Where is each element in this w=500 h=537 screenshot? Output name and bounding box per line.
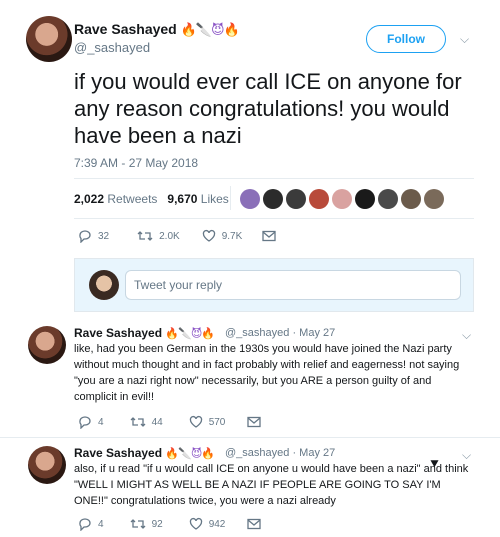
retweet-action[interactable]: 44 — [130, 415, 163, 429]
reply-actions: 4 92 942 — [78, 517, 289, 531]
liker-avatar[interactable] — [263, 189, 283, 209]
tweet-stats: 2,022 Retweets 9,670 Likes — [74, 192, 229, 206]
retweet-icon — [130, 519, 146, 529]
name-emoji-decorations: 🔥🔪😈🔥 — [165, 448, 215, 460]
likes-count[interactable]: 9,670 — [167, 192, 197, 206]
liker-avatars — [240, 189, 447, 209]
reply-icon — [79, 416, 91, 429]
liker-avatar[interactable] — [424, 189, 444, 209]
message-action[interactable] — [247, 416, 267, 428]
likes-label[interactable]: Likes — [201, 192, 229, 206]
divider — [74, 218, 474, 219]
reply-date[interactable]: May 27 — [299, 327, 335, 339]
message-action[interactable] — [247, 518, 267, 530]
message-action[interactable] — [262, 230, 282, 242]
divider — [74, 178, 474, 179]
reply-icon — [79, 230, 91, 243]
reply-count: 4 — [98, 518, 104, 530]
reply-action[interactable]: 4 — [78, 517, 104, 531]
reply-meta: @_sashayed · May 27 — [225, 447, 335, 459]
reply-composer: Tweet your reply — [74, 258, 474, 312]
follow-button[interactable]: Follow — [366, 25, 446, 53]
stats-separator — [230, 186, 231, 210]
envelope-icon — [262, 230, 276, 242]
like-count: 9.7K — [221, 230, 243, 242]
liker-avatar[interactable] — [309, 189, 329, 209]
reply-action[interactable]: 4 — [78, 415, 104, 429]
liker-avatar[interactable] — [240, 189, 260, 209]
reply-author-avatar[interactable] — [28, 326, 66, 364]
name-emoji-decorations: 🔥🔪😈🔥 — [180, 22, 240, 37]
reply-author-name-row[interactable]: Rave Sashayed 🔥🔪😈🔥 — [74, 326, 215, 340]
reply-count: 4 — [98, 416, 104, 428]
reply-action[interactable]: 32 — [78, 229, 109, 243]
tweet-text: if you would ever call ICE on anyone for… — [74, 69, 462, 148]
reply-text: also, if u read "if u would call ICE on … — [74, 463, 469, 507]
reply-date[interactable]: May 27 — [299, 447, 335, 459]
reply-text: like, had you been German in the 1930s y… — [74, 343, 460, 403]
reply-author-handle[interactable]: @_sashayed — [225, 447, 289, 459]
author-handle[interactable]: @_sashayed — [74, 40, 150, 55]
liker-avatar[interactable] — [286, 189, 306, 209]
reply-author-display-name[interactable]: Rave Sashayed — [74, 446, 162, 460]
liker-avatar[interactable] — [355, 189, 375, 209]
like-action[interactable]: 9.7K — [202, 229, 243, 243]
like-action[interactable]: 942 — [189, 517, 226, 531]
author-avatar[interactable] — [26, 16, 72, 62]
heart-icon — [202, 229, 215, 242]
retweet-icon — [137, 231, 153, 241]
reply-author-handle[interactable]: @_sashayed — [225, 327, 289, 339]
reply-author-avatar[interactable] — [28, 446, 66, 484]
like-action[interactable]: 570 — [189, 415, 226, 429]
retweets-count[interactable]: 2,022 — [74, 192, 104, 206]
retweet-action[interactable]: 2.0K — [137, 229, 180, 243]
meta-separator: · — [292, 447, 297, 459]
heart-icon — [189, 517, 202, 530]
tweet-timestamp[interactable]: 7:39 AM - 27 May 2018 — [74, 156, 198, 170]
retweet-icon — [130, 417, 146, 427]
retweets-label[interactable]: Retweets — [107, 192, 157, 206]
liker-avatar[interactable] — [378, 189, 398, 209]
meta-separator: · — [292, 327, 297, 339]
reply-icon — [79, 518, 91, 531]
chevron-down-icon[interactable]: ⌵ — [460, 32, 469, 47]
current-user-avatar — [89, 270, 119, 300]
reply-meta: @_sashayed · May 27 — [225, 327, 335, 339]
author-name-row[interactable]: Rave Sashayed 🔥🔪😈🔥 — [74, 21, 240, 38]
retweet-count: 2.0K — [159, 230, 180, 242]
reply-input[interactable]: Tweet your reply — [125, 270, 461, 300]
divider — [0, 437, 500, 438]
reply-author-display-name[interactable]: Rave Sashayed — [74, 326, 162, 340]
liker-avatar[interactable] — [401, 189, 421, 209]
retweet-count: 92 — [151, 518, 163, 530]
retweet-count: 44 — [151, 416, 163, 428]
like-count: 570 — [208, 416, 226, 428]
name-emoji-decorations: 🔥🔪😈🔥 — [165, 328, 215, 340]
envelope-icon — [247, 416, 262, 428]
liker-avatar[interactable] — [332, 189, 352, 209]
tweet-actions: 32 2.0K 9.7K — [78, 229, 304, 243]
envelope-icon — [247, 518, 262, 530]
reply-author-name-row[interactable]: Rave Sashayed 🔥🔪😈🔥 — [74, 446, 215, 460]
heart-icon — [189, 415, 202, 428]
author-display-name[interactable]: Rave Sashayed — [74, 21, 177, 37]
like-count: 942 — [208, 518, 226, 530]
reply-actions: 4 44 570 — [78, 415, 289, 429]
retweet-action[interactable]: 92 — [130, 517, 163, 531]
reply-count: 32 — [98, 230, 110, 242]
